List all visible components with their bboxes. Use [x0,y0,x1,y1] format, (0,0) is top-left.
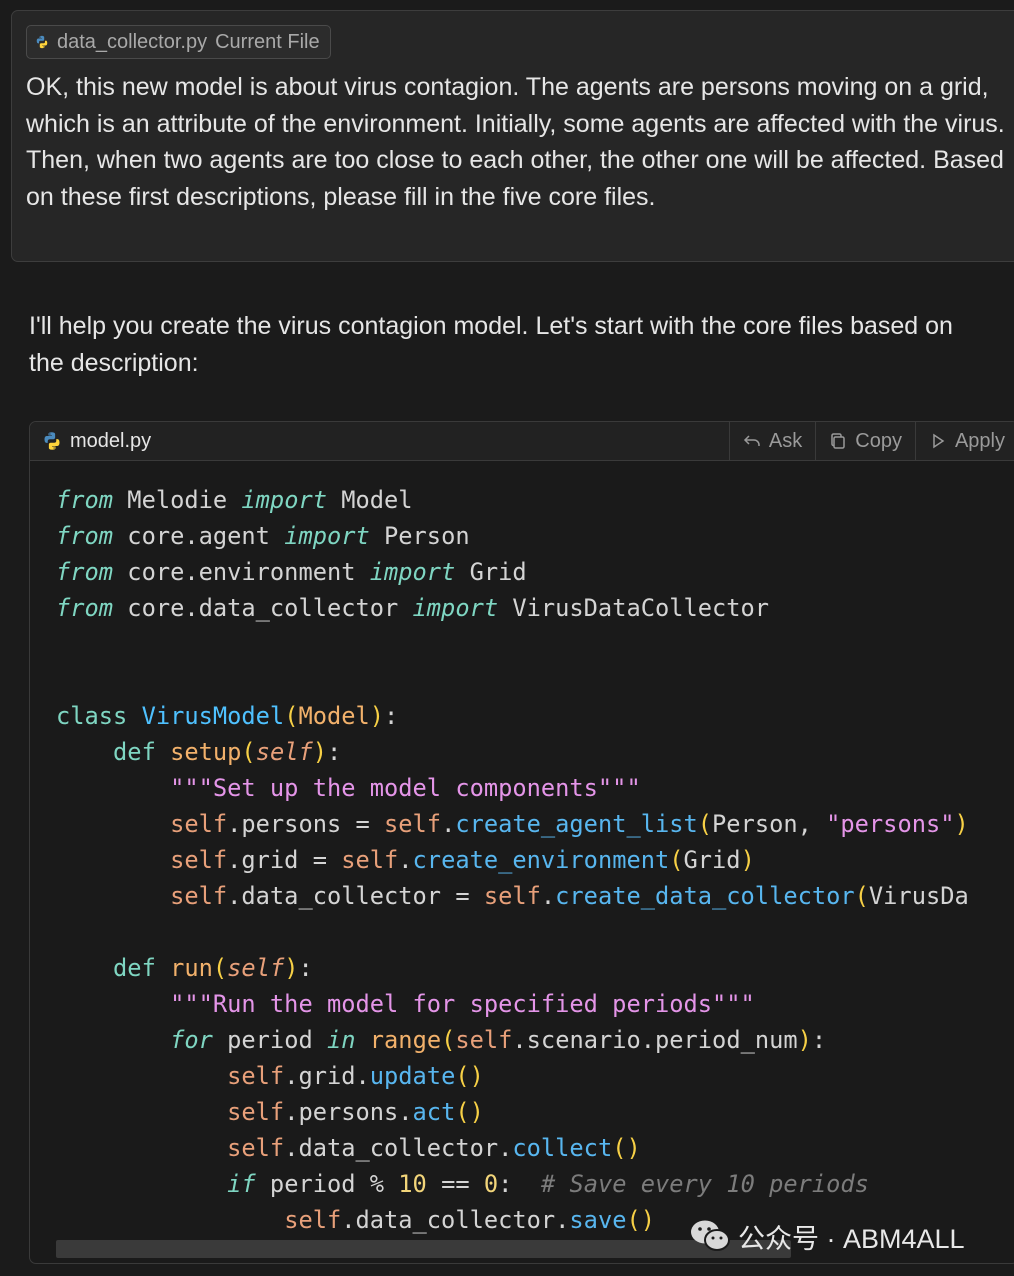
code-line: """Run the model for specified periods""… [170,990,755,1018]
code-line: """Set up the model components""" [170,774,641,802]
code-line: def run(self): [113,954,313,982]
code-line: self.data_collector = self.create_data_c… [170,882,969,910]
user-message: data_collector.py Current File OK, this … [11,10,1014,262]
reply-arrow-icon [743,435,760,446]
code-line: self.grid.update() [227,1062,484,1090]
ask-button-label: Ask [768,429,803,452]
code-line: def setup(self): [113,738,342,766]
code-line: class VirusModel(Model): [56,702,399,730]
code-line: self.data_collector.collect() [227,1134,641,1162]
prompt-text: OK, this new model is about virus contag… [26,73,1005,211]
code-line: self.persons.act() [227,1098,484,1126]
assistant-reply-text: I'll help you create the virus contagion… [29,312,953,377]
code-line: self.persons = self.create_agent_list(Pe… [170,810,969,838]
copy-button[interactable]: Copy [815,422,915,460]
code-body: from Melodie import Model from core.agent… [56,482,969,1238]
wechat-icon [691,1220,730,1251]
apply-button[interactable]: Apply [914,422,1014,460]
watermark: 公众号 · ABM4ALL [690,1216,965,1256]
code-block: model.py Ask Copy Apply from Melodie imp… [29,421,1014,1264]
play-icon [933,433,945,449]
code-line: from core.agent import Person [56,522,470,550]
code-line: if period % 10 == 0: # Save every 10 per… [227,1170,869,1198]
ask-button[interactable]: Ask [728,422,815,460]
current-file-label: Current File [215,30,320,53]
copy-icon [831,433,846,449]
code-filename-label: model.py [70,429,152,452]
code-line: self.grid = self.create_environment(Grid… [170,846,755,874]
python-icon [36,35,48,49]
code-line: from core.data_collector import VirusDat… [56,594,770,622]
code-line: for period in range(self.scenario.period… [170,1026,827,1054]
current-file-chip[interactable]: data_collector.py Current File [26,25,331,59]
copy-button-label: Copy [855,429,902,452]
code-filename: model.py [30,430,729,453]
python-icon [44,432,60,450]
code-block-header: model.py Ask Copy Apply [30,422,1014,461]
code-line: from core.environment import Grid [56,558,527,586]
apply-button-label: Apply [954,429,1005,452]
current-file-name: data_collector.py [57,30,208,53]
watermark-text: 公众号 · ABM4ALL [738,1223,965,1254]
code-line: from Melodie import Model [56,486,413,514]
horizontal-scrollbar[interactable] [56,1240,791,1258]
